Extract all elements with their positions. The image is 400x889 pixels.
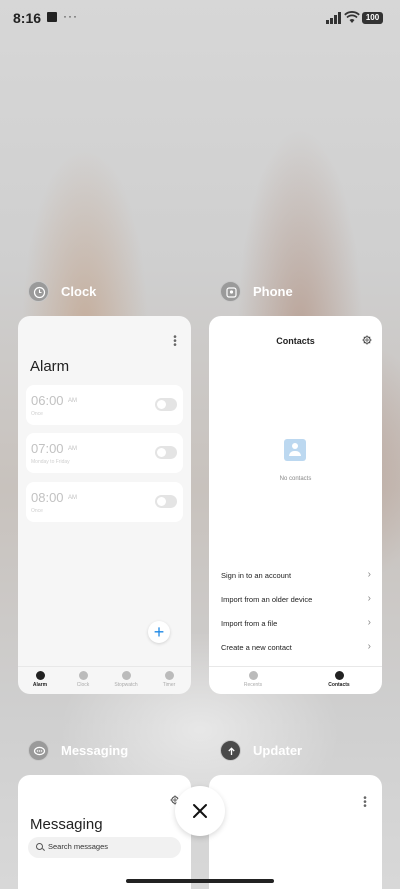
- battery-icon: 100: [362, 12, 383, 24]
- action-label: Import from a file: [221, 619, 278, 628]
- person-icon: [334, 671, 344, 680]
- nav-tab-label: Timer: [162, 682, 176, 688]
- action-label: Sign in to an account: [221, 571, 292, 580]
- nav-tab-recents[interactable]: Recents: [233, 671, 273, 688]
- chevron-right-icon: ›: [367, 593, 371, 604]
- nav-tab-label: Recents: [243, 682, 263, 688]
- nav-tab-stopwatch[interactable]: Stopwatch: [106, 671, 146, 688]
- action-label: Import from an older device: [221, 595, 313, 604]
- nav-tab-timer[interactable]: Timer: [149, 671, 189, 688]
- alarm-ampm: AM: [68, 495, 77, 501]
- clock-bottom-nav: Alarm Clock Stopwatch Timer: [18, 666, 191, 694]
- wifi-icon: [344, 11, 360, 23]
- add-alarm-button[interactable]: +: [148, 621, 170, 643]
- phone-icon: [248, 671, 258, 680]
- contacts-screen-title: Contacts: [276, 336, 315, 346]
- stopwatch-icon: [121, 671, 131, 680]
- app-name-messaging: Messaging: [61, 743, 129, 758]
- more-options-icon[interactable]: • • •: [363, 794, 367, 812]
- hourglass-icon: [164, 671, 174, 680]
- alarm-icon: [35, 671, 45, 680]
- close-icon: [193, 804, 207, 818]
- alarm-item[interactable]: 07:00 AM Monday to Friday: [26, 433, 183, 473]
- sign-in-account-row[interactable]: Sign in to an account ›: [221, 569, 371, 583]
- more-notifications-icon: ···: [63, 9, 78, 23]
- home-indicator[interactable]: [126, 879, 274, 883]
- nav-tab-label: Alarm: [32, 682, 48, 688]
- notification-square-icon: [47, 12, 57, 22]
- nav-tab-label: Stopwatch: [114, 682, 138, 688]
- import-from-file-row[interactable]: Import from a file ›: [221, 617, 371, 631]
- status-time: 8:16: [13, 10, 42, 26]
- phone-app-icon: [220, 281, 241, 302]
- alarm-toggle[interactable]: [155, 495, 177, 508]
- status-bar: 8:16 ··· 100: [0, 0, 400, 36]
- updater-app-card[interactable]: • • •: [209, 775, 382, 889]
- more-options-icon[interactable]: • • •: [173, 333, 177, 351]
- create-contact-row[interactable]: Create a new contact ›: [221, 641, 371, 655]
- clock-app-icon: [28, 281, 49, 302]
- alarm-ampm: AM: [68, 398, 77, 404]
- alarm-toggle[interactable]: [155, 446, 177, 459]
- alarm-repeat: Once: [31, 411, 43, 417]
- action-label: Create a new contact: [221, 643, 292, 652]
- messaging-app-card[interactable]: Messaging Search messages: [18, 775, 191, 889]
- search-placeholder: Search messages: [48, 842, 109, 851]
- chevron-right-icon: ›: [367, 641, 371, 652]
- alarm-time: 06:00: [31, 393, 64, 408]
- clock-icon: [78, 671, 88, 680]
- signal-icon: [326, 12, 341, 24]
- nav-tab-contacts[interactable]: Contacts: [319, 671, 359, 688]
- app-name-clock: Clock: [61, 284, 97, 299]
- nav-tab-alarm[interactable]: Alarm: [20, 671, 60, 688]
- alarm-ampm: AM: [68, 446, 77, 452]
- alarm-screen-title: Alarm: [30, 358, 70, 375]
- search-messages-input[interactable]: Search messages: [28, 837, 181, 858]
- settings-gear-icon[interactable]: [362, 335, 372, 345]
- alarm-time: 08:00: [31, 490, 64, 505]
- nav-tab-clock[interactable]: Clock: [63, 671, 103, 688]
- alarm-item[interactable]: 08:00 AM Once: [26, 482, 183, 522]
- alarm-item[interactable]: 06:00 AM Once: [26, 385, 183, 425]
- messaging-screen-title: Messaging: [30, 816, 103, 833]
- search-icon: [36, 843, 43, 850]
- app-name-phone: Phone: [253, 284, 293, 299]
- updater-app-icon: [220, 740, 241, 761]
- app-name-updater: Updater: [253, 743, 303, 758]
- messaging-app-icon: [28, 740, 49, 761]
- empty-contacts-icon: [284, 439, 306, 461]
- alarm-repeat: Monday to Friday: [31, 459, 70, 465]
- alarm-toggle[interactable]: [155, 398, 177, 411]
- chevron-right-icon: ›: [367, 617, 371, 628]
- phone-bottom-nav: Recents Contacts: [209, 666, 382, 694]
- chevron-right-icon: ›: [367, 569, 371, 580]
- import-older-device-row[interactable]: Import from an older device ›: [221, 593, 371, 607]
- clock-app-card[interactable]: • • • Alarm 06:00 AM Once 07:00 AM Monday …: [18, 316, 191, 694]
- alarm-time: 07:00: [31, 441, 64, 456]
- nav-tab-label: Clock: [76, 682, 90, 688]
- empty-contacts-text: No contacts: [279, 476, 312, 482]
- phone-app-card[interactable]: Contacts No contacts Sign in to an accou…: [209, 316, 382, 694]
- alarm-repeat: Once: [31, 508, 43, 514]
- nav-tab-label: Contacts: [328, 682, 350, 688]
- close-all-apps-button[interactable]: [175, 786, 225, 836]
